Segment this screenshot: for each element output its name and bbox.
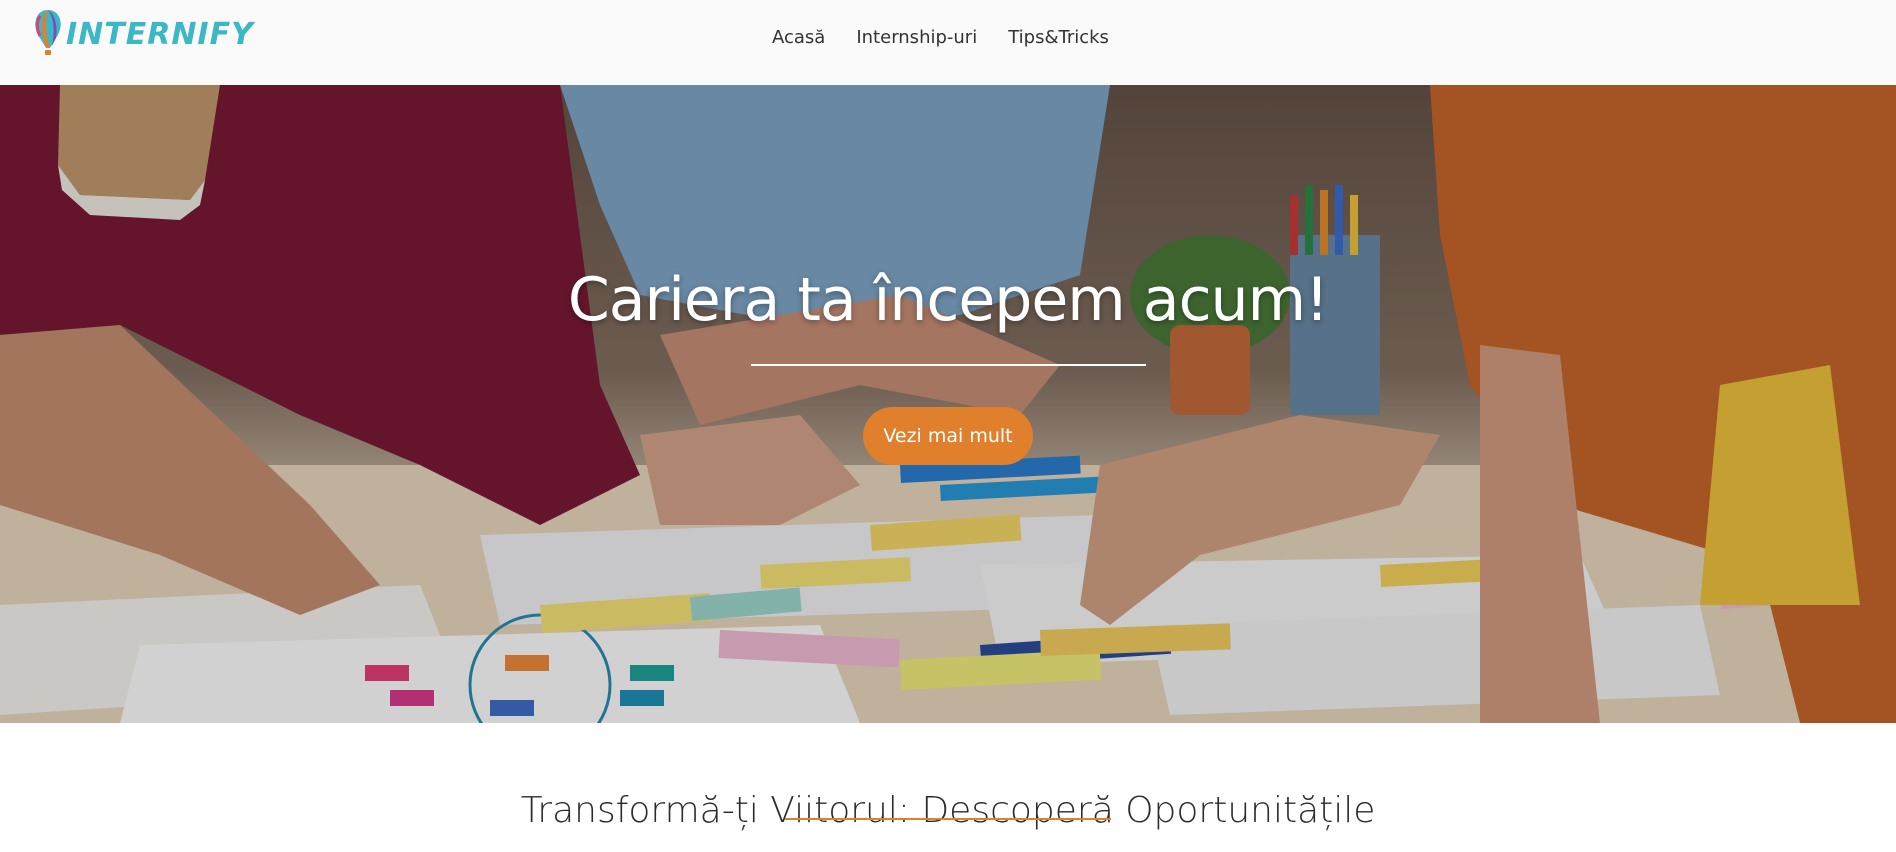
see-more-button[interactable]: Vezi mai mult (863, 407, 1033, 465)
hero-divider (751, 364, 1146, 366)
section-divider (785, 818, 1111, 820)
nav-link-tips-tricks[interactable]: Tips&Tricks (1008, 27, 1109, 48)
nav-link-acasa[interactable]: Acasă (772, 27, 825, 48)
brand-logo[interactable]: INTERNIFY (28, 6, 254, 58)
hero-background-photo (0, 85, 1896, 723)
brand-name: INTERNIFY (66, 16, 254, 52)
balloon-logo-icon (28, 6, 68, 58)
section-title: Transformă-ți Viitorul: Descoperă Oportu… (520, 789, 1376, 831)
hero-banner: Cariera ta începem acum! Vezi mai mult (0, 85, 1896, 723)
main-nav: Acasă Internship-uri Tips&Tricks (772, 27, 1109, 48)
hero-title: Cariera ta începem acum! (567, 265, 1329, 335)
site-header: INTERNIFY Acasă Internship-uri Tips&Tric… (0, 0, 1896, 86)
nav-link-internships[interactable]: Internship-uri (856, 27, 977, 48)
